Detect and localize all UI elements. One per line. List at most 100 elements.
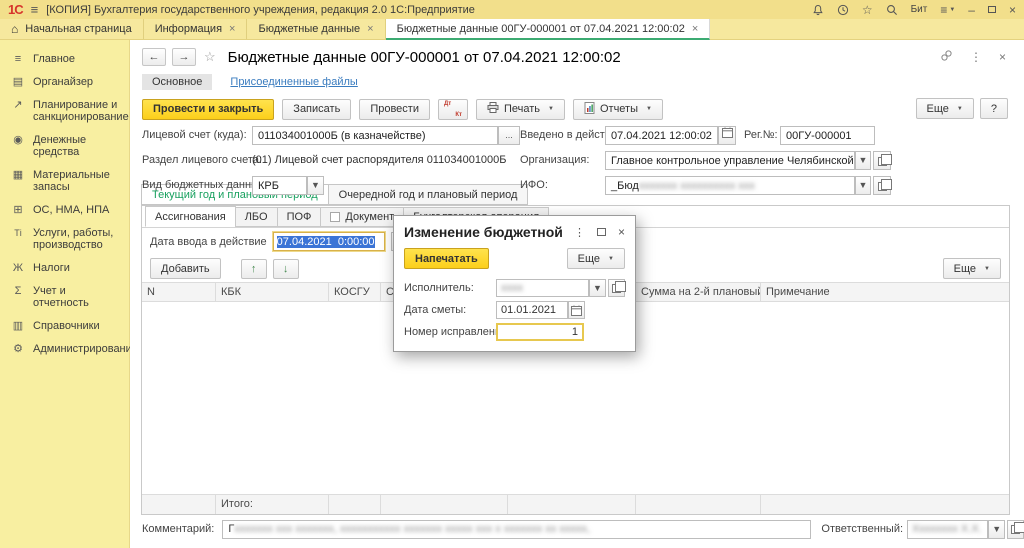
accounting-icon: Σ — [11, 285, 25, 297]
close-tab-icon[interactable]: × — [229, 23, 235, 35]
link-icon[interactable] — [940, 49, 953, 65]
save-button[interactable]: Записать — [282, 99, 351, 120]
dtkt-button[interactable]: ДтКт — [438, 99, 468, 120]
close-tab-icon[interactable]: × — [692, 23, 698, 35]
sidebar-item-label: Планирование и санкционирование — [33, 99, 129, 123]
ifo-dropdown-icon[interactable]: ▼ — [855, 176, 871, 195]
account-choose-button[interactable]: ... — [498, 126, 520, 145]
account-field[interactable]: 011034001000Б (в казначействе) — [252, 126, 498, 145]
column-header[interactable]: N — [142, 283, 216, 301]
header-fields: Лицевой счет (куда): 011034001000Б (в ка… — [130, 124, 1024, 184]
responsible-dropdown-icon[interactable]: ▼ — [988, 520, 1005, 539]
tab-document[interactable]: Документ — [320, 207, 404, 227]
responsible-open-icon[interactable] — [1007, 520, 1024, 539]
dialog-menu-icon[interactable]: ⋮ — [574, 226, 585, 239]
sidebar-item-catalogs[interactable]: ▥Справочники — [0, 320, 129, 332]
calendar-icon[interactable] — [718, 126, 736, 145]
dialog-maximize-icon[interactable] — [597, 228, 606, 236]
table-more-button[interactable]: Еще▼ — [943, 258, 1001, 279]
post-button[interactable]: Провести — [359, 99, 430, 120]
column-header[interactable]: Сумма на 2-й плановый год — [636, 283, 761, 301]
budget-kind-field[interactable]: КРБ — [252, 176, 307, 195]
help-button[interactable]: ? — [980, 98, 1008, 119]
nav-attached-files-link[interactable]: Присоединенные файлы — [230, 76, 357, 88]
dialog-print-button[interactable]: Напечатать — [404, 248, 489, 269]
executor-field[interactable]: хххх — [496, 279, 589, 297]
more-button[interactable]: Еще▼ — [916, 98, 974, 119]
organization-dropdown-icon[interactable]: ▼ — [855, 151, 871, 170]
restore-window-icon[interactable] — [988, 6, 996, 13]
ifo-label: ИФО: — [520, 179, 548, 191]
main-menu-icon[interactable]: ≡ — [31, 3, 39, 16]
effective-date-field[interactable]: 07.04.2021 12:00:02 — [605, 126, 718, 145]
sidebar-item-administration[interactable]: ⚙Администрирование — [0, 343, 129, 355]
estimate-date-row: Дата сметы: 01.01.2021 — [394, 299, 635, 321]
back-button[interactable]: ← — [142, 48, 166, 66]
tab-pof[interactable]: ПОФ — [277, 207, 322, 227]
move-down-button[interactable]: ↓ — [273, 259, 299, 279]
budget-kind-dropdown-icon[interactable]: ▼ — [307, 176, 324, 195]
print-button[interactable]: Печать▼ — [476, 99, 565, 120]
estimate-date-field[interactable]: 01.01.2021 — [496, 301, 568, 319]
comment-field[interactable]: Гххххххх ххх ххххххх, ххххххххххх хххххх… — [222, 520, 811, 539]
favorite-star-icon[interactable]: ☆ — [204, 49, 216, 65]
tab-budget-data-list[interactable]: Бюджетные данные × — [247, 19, 385, 39]
sidebar-item-label: Администрирование — [33, 343, 138, 355]
ifo-field[interactable]: _Бюдххххххх хххххххххх ххх — [605, 176, 855, 195]
responsible-field[interactable]: Хххххххх Х.Х. — [907, 520, 988, 539]
post-and-close-button[interactable]: Провести и закрыть — [142, 99, 274, 120]
reports-button[interactable]: Отчеты▼ — [573, 99, 663, 120]
sidebar-item-main[interactable]: ≡Главное — [0, 53, 129, 65]
more-menu-icon[interactable]: ⋮ — [970, 50, 982, 64]
nav-main-tab[interactable]: Основное — [142, 74, 212, 90]
tab-next-year[interactable]: Очередной год и плановый период — [328, 184, 529, 205]
tab-home[interactable]: ⌂ Начальная страница — [0, 19, 144, 39]
dialog-more-button[interactable]: Еще▼ — [567, 248, 625, 269]
organization-open-icon[interactable] — [873, 151, 891, 170]
truck-icon: ⊞ — [11, 204, 25, 216]
organizer-icon: ▤ — [11, 76, 25, 88]
ifo-open-icon[interactable] — [873, 176, 891, 195]
forward-button[interactable]: → — [172, 48, 196, 66]
sidebar-item-materials[interactable]: ▦Материальные запасы — [0, 169, 129, 193]
tab-information[interactable]: Информация × — [144, 19, 248, 39]
close-form-icon[interactable]: × — [999, 50, 1006, 64]
sidebar-item-organizer[interactable]: ▤Органайзер — [0, 76, 129, 88]
minimize-window-icon[interactable]: – — [968, 3, 975, 17]
calendar-icon[interactable] — [568, 301, 585, 319]
dialog-titlebar[interactable]: Изменение бюджетной с... ⋮ × — [394, 216, 635, 246]
organization-field[interactable]: Главное контрольное управление Челябинск… — [605, 151, 855, 170]
close-tab-icon[interactable]: × — [367, 23, 373, 35]
column-header[interactable]: КОСГУ — [329, 283, 381, 301]
add-row-button[interactable]: Добавить — [150, 258, 221, 279]
executor-open-icon[interactable] — [608, 279, 625, 297]
entry-date-field[interactable]: 07.04.2021 0:00:00 — [273, 232, 385, 251]
sidebar-item-services[interactable]: ТiУслуги, работы, производство — [0, 227, 129, 251]
history-clock-icon[interactable] — [837, 4, 849, 16]
sidebar-item-planning[interactable]: ↗Планирование и санкционирование — [0, 99, 129, 123]
correction-number-label: Номер исправления: — [404, 326, 496, 338]
redacted-text: ххххххх хххххххххх ххх — [639, 180, 755, 192]
tab-assignments[interactable]: Ассигнования — [145, 206, 236, 227]
sidebar-item-money[interactable]: ◉Денежные средства — [0, 134, 129, 158]
search-icon[interactable] — [886, 4, 898, 16]
dialog-close-icon[interactable]: × — [618, 225, 625, 239]
favorites-star-icon[interactable]: ☆ — [862, 3, 873, 17]
functions-menu-icon[interactable]: ≡▼ — [940, 3, 955, 17]
close-window-icon[interactable]: × — [1009, 3, 1016, 17]
column-header[interactable]: Примечание — [761, 283, 1009, 301]
sidebar-item-taxes[interactable]: ЖНалоги — [0, 262, 129, 274]
regno-field[interactable]: 00ГУ-000001 — [780, 126, 875, 145]
column-header[interactable]: КБК — [216, 283, 329, 301]
correction-number-field[interactable]: 1 — [496, 323, 584, 341]
service-label[interactable]: Бит — [911, 4, 928, 15]
notifications-bell-icon[interactable] — [812, 4, 824, 16]
sidebar-item-label: Учет и отчетность — [33, 285, 123, 309]
move-up-button[interactable]: ↑ — [241, 259, 267, 279]
executor-dropdown-icon[interactable]: ▼ — [589, 279, 606, 297]
sidebar-item-label: Справочники — [33, 320, 100, 332]
tab-lbo[interactable]: ЛБО — [235, 207, 278, 227]
tab-budget-document[interactable]: Бюджетные данные 00ГУ-000001 от 07.04.20… — [386, 19, 711, 40]
sidebar-item-accounting[interactable]: Σ Учет и отчетность — [0, 285, 129, 309]
sidebar-item-assets[interactable]: ⊞ОС, НМА, НПА — [0, 204, 129, 216]
